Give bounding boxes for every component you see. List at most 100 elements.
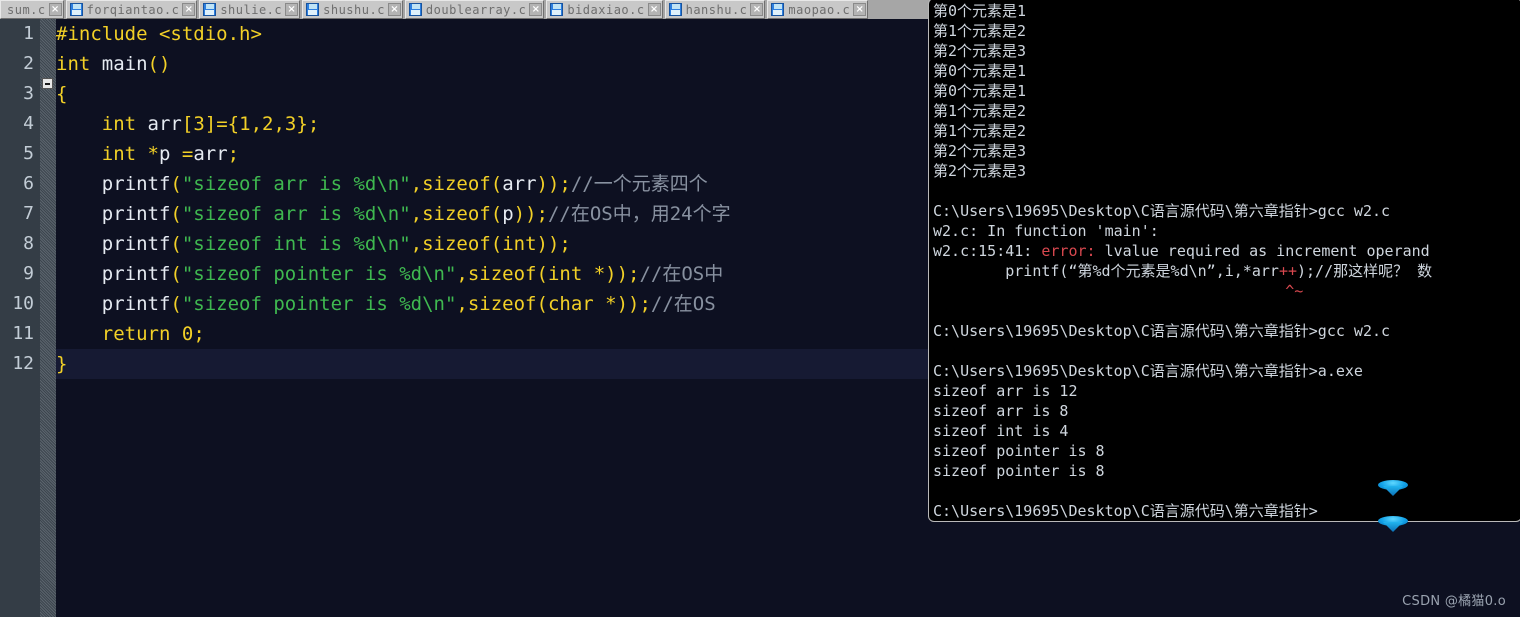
editor-tab-hanshu-c[interactable]: hanshu.c × [664, 0, 766, 19]
terminal-line: 第0个元素是1 [933, 62, 1027, 80]
terminal-segment [933, 282, 1285, 300]
editor-tab-label: hanshu.c [685, 2, 748, 17]
code-token: , [273, 113, 285, 135]
code-token: , [456, 293, 468, 315]
code-token: ( [490, 173, 503, 195]
code-token: printf [101, 203, 171, 225]
terminal-line: sizeof pointer is 8 [933, 462, 1105, 480]
code-token: } [56, 353, 68, 375]
code-token: = [181, 143, 194, 165]
terminal-segment: lvalue required as increment operand [1095, 242, 1430, 260]
editor-tab-sum-c[interactable]: sum.c × [0, 0, 64, 19]
terminal-segment: );//那这样呢？ 数 [1297, 262, 1433, 280]
code-token: printf [101, 233, 171, 255]
editor-tab-shulie-c[interactable]: shulie.c × [199, 0, 301, 19]
terminal-line: printf(“第%d个元素是%d\n”,i,*arr++);//那这样呢？ 数 [933, 261, 1520, 281]
editor-tab-label: shulie.c [220, 2, 283, 17]
code-token: int [101, 113, 137, 135]
code-token: printf [101, 263, 171, 285]
collapse-marker-icon[interactable] [42, 78, 53, 89]
close-icon[interactable]: × [750, 3, 764, 16]
code-token: 0 [181, 323, 194, 345]
code-token: printf [101, 173, 171, 195]
terminal-line: 第1个元素是2 [933, 102, 1027, 120]
editor-tab-label: doublearray.c [425, 2, 527, 17]
code-token: //在OS中 [639, 263, 724, 285]
terminal-line: C:\Users\19695\Desktop\C语言源代码\第六章指针>gcc … [933, 202, 1391, 220]
code-token: return [101, 323, 171, 345]
code-token: p [502, 203, 514, 225]
close-icon[interactable]: × [182, 3, 196, 16]
editor-tab-forqiantao-c[interactable]: forqiantao.c × [65, 0, 198, 19]
terminal-line: sizeof arr is 12 [933, 382, 1078, 400]
editor-tab-label: forqiantao.c [86, 2, 180, 17]
file-save-icon [306, 3, 320, 16]
close-icon[interactable]: × [853, 3, 867, 16]
code-token: sizeof [467, 263, 537, 285]
close-icon[interactable]: × [647, 3, 661, 16]
terminal-segment: w2.c:15:41: [933, 242, 1042, 260]
terminal-line: C:\Users\19695\Desktop\C语言源代码\第六章指针>gcc … [933, 322, 1391, 340]
line-number: 9 [23, 263, 34, 284]
file-save-icon [771, 3, 785, 16]
terminal-line: 第0个元素是1 [933, 82, 1027, 100]
close-icon[interactable]: × [529, 3, 543, 16]
code-token: char [547, 293, 594, 315]
code-token: * [147, 143, 159, 165]
code-token: arr [502, 173, 537, 195]
code-token: sizeof [422, 173, 491, 195]
terminal-line: 第1个元素是2 [933, 22, 1027, 40]
code-token: "sizeof arr is %d\n" [181, 173, 411, 195]
line-number: 7 [23, 203, 34, 224]
code-token: , [410, 233, 423, 255]
file-save-icon [668, 3, 682, 16]
close-icon[interactable]: × [48, 3, 62, 16]
code-token: //在OS中，用24个字 [547, 203, 731, 225]
code-token: ( [170, 293, 182, 315]
terminal-line: 第2个元素是3 [933, 42, 1027, 60]
code-token: p [159, 143, 182, 165]
editor-tab-bidaxiao-c[interactable]: bidaxiao.c × [546, 0, 663, 19]
code-token: <stdio.h> [158, 23, 262, 45]
code-token: , [410, 203, 423, 225]
code-fold-strip[interactable] [40, 19, 56, 617]
editor-tab-label: shushu.c [323, 2, 385, 17]
editor-tab-maopao-c[interactable]: maopao.c × [767, 0, 869, 19]
close-icon[interactable]: × [285, 3, 299, 16]
code-token: ( [490, 233, 503, 255]
code-token: int [502, 233, 537, 255]
line-number: 8 [23, 233, 34, 254]
code-token: )); [536, 233, 571, 255]
editor-tab-doublearray-c[interactable]: doublearray.c × [404, 0, 545, 19]
code-token: #include [56, 23, 159, 45]
code-token: int [101, 143, 137, 165]
code-token: )); [536, 173, 571, 195]
close-icon[interactable]: × [387, 3, 401, 16]
editor-tab-shushu-c[interactable]: shushu.c × [302, 0, 403, 19]
code-token: ( [170, 203, 182, 225]
code-token: arr [193, 143, 228, 165]
watermark-label: CSDN @橘猫0.o [1402, 594, 1506, 609]
line-number: 4 [23, 113, 34, 134]
code-token: int [56, 53, 91, 75]
line-number-gutter: 1 2 3 4 5 6 7 8 9 10 11 12 [0, 19, 40, 617]
terminal-line: sizeof pointer is 8 [933, 442, 1105, 460]
code-token: *)); [582, 263, 640, 285]
code-token: sizeof [422, 233, 491, 255]
code-token: "sizeof pointer is %d\n" [181, 293, 457, 315]
code-token: ( [490, 203, 503, 225]
line-number: 12 [12, 353, 34, 374]
terminal-line: C:\Users\19695\Desktop\C语言源代码\第六章指针> [933, 502, 1318, 520]
terminal-window[interactable]: 第0个元素是1 第1个元素是2 第2个元素是3 第0个元素是1 第0个元素是1 第1个元素… [928, 0, 1520, 522]
